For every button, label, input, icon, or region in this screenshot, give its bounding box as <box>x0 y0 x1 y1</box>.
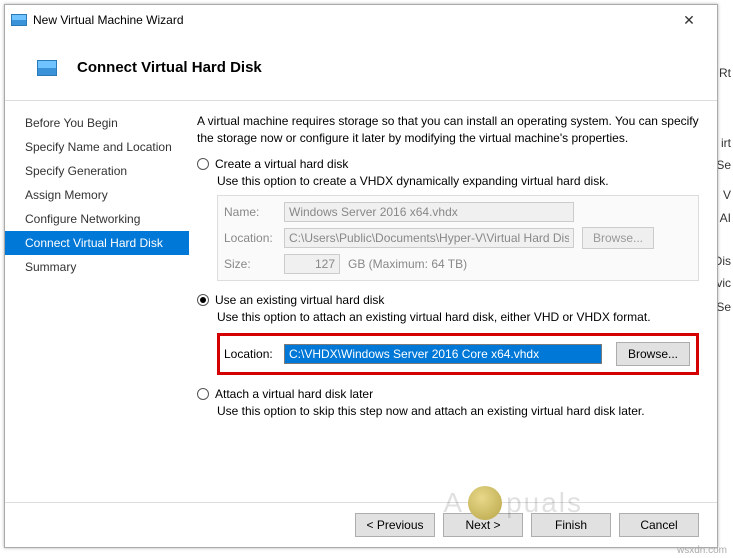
existing-location-input[interactable] <box>284 344 602 364</box>
sidebar-item-before-you-begin[interactable]: Before You Begin <box>5 111 189 135</box>
size-label: Size: <box>224 257 276 271</box>
close-button[interactable]: ✕ <box>667 5 711 35</box>
browse-button-disabled: Browse... <box>582 227 654 249</box>
radio-existing-vhd[interactable] <box>197 294 209 306</box>
name-input <box>284 202 574 222</box>
watermark-face-icon <box>468 486 502 520</box>
page-header: Connect Virtual Hard Disk <box>5 35 717 101</box>
option-existing-vhd: Use an existing virtual hard disk Use th… <box>197 293 699 375</box>
bg-text: AI <box>720 211 731 225</box>
wizard-footer: < Previous Next > Finish Cancel <box>5 502 717 547</box>
page-title: Connect Virtual Hard Disk <box>77 59 262 76</box>
bg-text: irt <box>721 136 731 150</box>
existing-location-row: Location: Browse... <box>217 333 699 375</box>
sidebar-item-configure-networking[interactable]: Configure Networking <box>5 207 189 231</box>
option-label: Use an existing virtual hard disk <box>215 293 384 307</box>
wizard-steps-sidebar: Before You Begin Specify Name and Locati… <box>5 101 189 502</box>
size-input <box>284 254 340 274</box>
watermark-text: puals <box>506 487 583 519</box>
bg-text: Se <box>716 300 731 314</box>
bg-text: Se <box>716 158 731 172</box>
app-icon <box>11 14 27 26</box>
watermark: A puals <box>443 486 583 520</box>
background-window-edge: Rt irt Se V AI Dis vic Se <box>717 26 733 536</box>
location-input <box>284 228 574 248</box>
content-pane: A virtual machine requires storage so th… <box>189 101 717 502</box>
location-label: Location: <box>224 231 276 245</box>
previous-button[interactable]: < Previous <box>355 513 435 537</box>
create-vhd-fields: Name: Location: Browse... Size: GB (Maxi… <box>217 195 699 281</box>
wizard-window: New Virtual Machine Wizard ✕ Connect Vir… <box>4 4 718 548</box>
cancel-button[interactable]: Cancel <box>619 513 699 537</box>
close-icon: ✕ <box>683 12 695 29</box>
sidebar-item-specify-name[interactable]: Specify Name and Location <box>5 135 189 159</box>
bg-text: vic <box>716 276 731 290</box>
window-title: New Virtual Machine Wizard <box>33 13 667 27</box>
location-label: Location: <box>224 347 278 361</box>
intro-text: A virtual machine requires storage so th… <box>197 113 699 147</box>
option-description: Use this option to skip this step now an… <box>217 403 699 419</box>
titlebar[interactable]: New Virtual Machine Wizard ✕ <box>5 5 717 35</box>
size-unit: GB (Maximum: 64 TB) <box>348 257 467 271</box>
radio-attach-later[interactable] <box>197 388 209 400</box>
watermark-text: A <box>443 487 464 519</box>
bg-text: Rt <box>719 66 731 80</box>
name-label: Name: <box>224 205 276 219</box>
option-label: Attach a virtual hard disk later <box>215 387 373 401</box>
sidebar-item-assign-memory[interactable]: Assign Memory <box>5 183 189 207</box>
source-text: wsxdn.com <box>677 545 727 556</box>
option-attach-later: Attach a virtual hard disk later Use thi… <box>197 387 699 419</box>
sidebar-item-connect-vhd[interactable]: Connect Virtual Hard Disk <box>5 231 189 255</box>
header-icon <box>37 60 57 76</box>
bg-text: V <box>723 188 731 202</box>
sidebar-item-summary[interactable]: Summary <box>5 255 189 279</box>
radio-create-vhd[interactable] <box>197 158 209 170</box>
option-description: Use this option to attach an existing vi… <box>217 309 699 325</box>
option-create-vhd: Create a virtual hard disk Use this opti… <box>197 157 699 281</box>
sidebar-item-specify-generation[interactable]: Specify Generation <box>5 159 189 183</box>
browse-button[interactable]: Browse... <box>616 342 690 366</box>
body: Before You Begin Specify Name and Locati… <box>5 101 717 502</box>
option-description: Use this option to create a VHDX dynamic… <box>217 173 699 189</box>
option-label: Create a virtual hard disk <box>215 157 348 171</box>
